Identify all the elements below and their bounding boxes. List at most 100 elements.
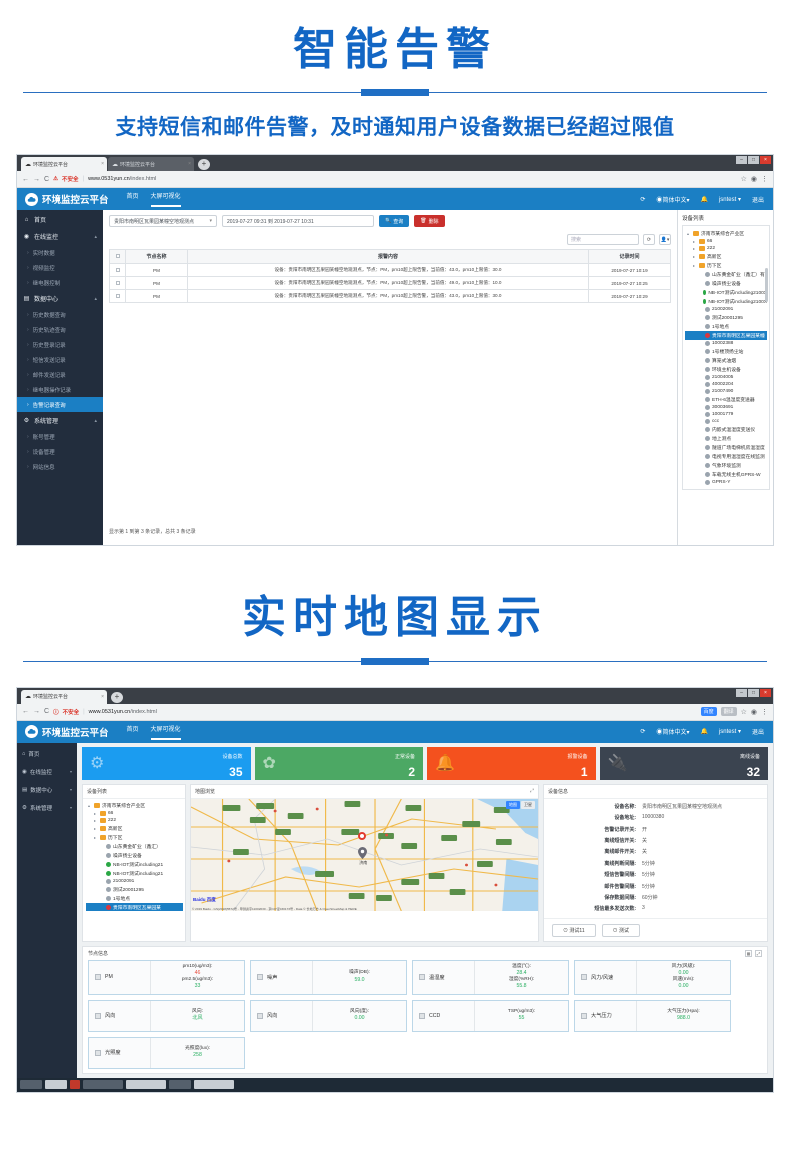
translate-extension-icon[interactable]: 翻译 [721,707,737,716]
logout-button[interactable]: 退出 [752,195,764,204]
stat-card-settings[interactable]: ⚙设备总数35 [82,747,251,780]
tree-toggle-icon[interactable]: ▸ [94,811,98,816]
sensor-card[interactable]: 风向风向(度):0.00 [250,1000,407,1032]
reload-icon[interactable]: C [44,708,49,715]
row-checkbox-cell[interactable] [110,290,126,303]
tree-device-node[interactable]: 贵阳市南明区瓦果园某 [86,903,183,911]
tree-device-node[interactable]: 21004005 [685,374,767,381]
maximize-button[interactable]: □ [748,689,759,697]
sidebar-item-system[interactable]: ⚙ 系统管理 ▾ [17,799,77,817]
sensor-card[interactable]: PMpm10(ug/m3):46pm2.5(ug/m3):33 [88,960,245,995]
taskbar-item-4[interactable] [126,1080,166,1089]
tree-folder-node[interactable]: ▸历下区 [86,833,183,842]
sidebar-item-realtime-data[interactable]: › 实时数据 [17,245,103,260]
sidebar-item-account-mgmt[interactable]: › 账号管理 [17,429,103,444]
tree-device-node[interactable]: 地上测点 [685,434,767,443]
sidebar-item-data-center[interactable]: ▤ 数据中心 ▾ [17,781,77,799]
search-button[interactable]: 🔍 查询 [379,215,409,227]
nav-item-home[interactable]: 首页 [127,191,139,207]
tree-device-node[interactable]: 贵阳市南明区瓦果园某幢 [685,331,767,340]
taskbar-start-button[interactable] [20,1080,42,1089]
tree-device-node[interactable]: NB-IOT测试including21 [86,860,183,869]
sidebar-item-history-track[interactable]: › 历史轨迹查询 [17,322,103,337]
language-selector[interactable]: ◉简体中文▾ [656,727,689,736]
tree-toggle-icon[interactable]: ▸ [94,835,98,840]
delete-button[interactable]: 🗑 删除 [414,215,444,227]
taskbar-item-1[interactable] [45,1080,67,1089]
sensor-grid-toggle-icon[interactable]: ▦ [745,950,752,957]
device-tree-2[interactable]: ▴济南市某综合产业区▸66▸222▸高新区▸历下区山东黄金矿业（鑫汇）噪声扬尘设… [83,799,185,911]
sidebar-group-system[interactable]: ⚙ 系统管理 ▴ [17,412,103,429]
tree-folder-node[interactable]: ▸历下区 [685,261,767,270]
table-columns-button[interactable]: 👤▾ [659,234,671,245]
alarm-map-marker[interactable] [358,832,366,840]
tree-folder-node[interactable]: ▸高新区 [685,252,767,261]
row-checkbox-cell[interactable] [110,264,126,277]
sidebar-item-relay-control[interactable]: › 继电器控制 [17,275,103,290]
tree-folder-node[interactable]: ▸222 [685,245,767,252]
forward-icon[interactable]: → [33,708,40,715]
map-type-satellite[interactable]: 卫星 [521,801,535,809]
address-bar[interactable]: www.0531yun.cn/index.html [89,709,157,715]
tree-device-node[interactable]: 气象环境监测 [685,461,767,470]
reload-icon[interactable]: C [44,176,49,183]
close-tab-icon-2[interactable]: × [188,161,191,167]
baidu-extension-icon[interactable]: 百度 [701,707,717,716]
tree-scrollbar[interactable] [765,268,768,302]
tree-folder-node[interactable]: ▴济南市某综合产业区 [86,801,183,810]
nav-item-dashboard[interactable]: 大屏可视化 [151,191,181,207]
tree-toggle-icon[interactable]: ▸ [693,246,697,251]
map-type-switcher[interactable]: 地图 卫星 [506,801,535,809]
sensor-expand-icon[interactable]: ⤢ [755,950,762,957]
language-selector[interactable]: ◉简体中文▾ [656,195,689,204]
taskbar-item-2[interactable] [70,1080,80,1089]
tree-folder-node[interactable]: ▸222 [86,817,183,824]
row-checkbox-cell[interactable] [110,277,126,290]
tree-device-node[interactable]: 噪声扬尘设备 [86,851,183,860]
table-row[interactable]: PM 设备：贵阳市南明区瓦果园某幢空地观测点，节点：PM，pm10超上限告警，当… [110,290,671,303]
minimize-button[interactable]: – [736,689,747,697]
tree-device-node[interactable]: GPRS-Y [685,479,767,486]
sidebar-item-device-mgmt[interactable]: › 设备管理 [17,444,103,459]
notification-bell-icon[interactable]: 🔔 [700,728,707,735]
tree-toggle-icon[interactable]: ▸ [693,239,697,244]
browser-tab-1[interactable]: ☁ 环境监控云平台 × [21,157,107,171]
notification-bell-icon[interactable]: 🔔 [700,196,707,203]
address-bar[interactable]: www.0531yun.cn/index.html [88,176,156,182]
forward-icon[interactable]: → [33,176,40,183]
tree-device-node[interactable]: 40002204 [685,381,767,388]
tree-device-node[interactable]: NB-IOT测试including2100X [685,288,767,297]
table-refresh-button[interactable]: ⟳ [643,234,655,245]
sidebar-item-login-records[interactable]: › 历史登录记录 [17,337,103,352]
profile-icon[interactable]: ◉ [751,175,757,183]
user-menu[interactable]: jsntest ▾ [719,196,741,203]
sensor-card[interactable]: 大气压力大气压力(Hpa):988.0 [574,1000,731,1032]
select-all-header[interactable] [110,250,126,264]
back-icon[interactable]: ← [22,708,29,715]
close-window-button[interactable]: × [760,156,771,164]
bookmark-star-icon[interactable]: ☆ [741,708,747,716]
tree-device-node[interactable]: 30003691 [685,404,767,411]
map-canvas[interactable]: 济南 地图 卫星 Baidu 百度 © 2019 Baidu - GS(2018… [191,799,538,911]
tree-device-node[interactable]: 噪声扬尘设备 [685,279,767,288]
tree-folder-node[interactable]: ▸66 [86,810,183,817]
tree-device-node[interactable]: 算笼式油烟 [685,356,767,365]
tree-device-node[interactable]: ccc [685,418,767,425]
sidebar-group-data-center[interactable]: ▤ 数据中心 ▴ [17,290,103,307]
map-type-normal[interactable]: 地图 [506,801,520,809]
taskbar-item-3[interactable] [83,1080,123,1089]
minimize-button[interactable]: – [736,156,747,164]
sidebar-item-sms-records[interactable]: › 短信发送记录 [17,352,103,367]
stat-card-bell[interactable]: 🔔报警设备1 [427,747,596,780]
tree-toggle-icon[interactable]: ▸ [693,263,697,268]
refresh-icon[interactable]: ⟳ [640,728,645,735]
tree-device-node[interactable]: NB-IOT测试including21 [86,869,183,878]
checkbox-icon[interactable] [116,254,120,258]
sidebar-item-history-data[interactable]: › 历史数据查询 [17,307,103,322]
close-tab-icon[interactable]: × [101,161,104,167]
tree-device-node[interactable]: 21002091 [685,306,767,313]
tree-folder-node[interactable]: ▸66 [685,238,767,245]
tree-toggle-icon[interactable]: ▸ [94,818,98,823]
stat-card-leaf[interactable]: ✿正常设备2 [255,747,424,780]
sensor-card[interactable]: 噪声噪声(DB):59.0 [250,960,407,995]
